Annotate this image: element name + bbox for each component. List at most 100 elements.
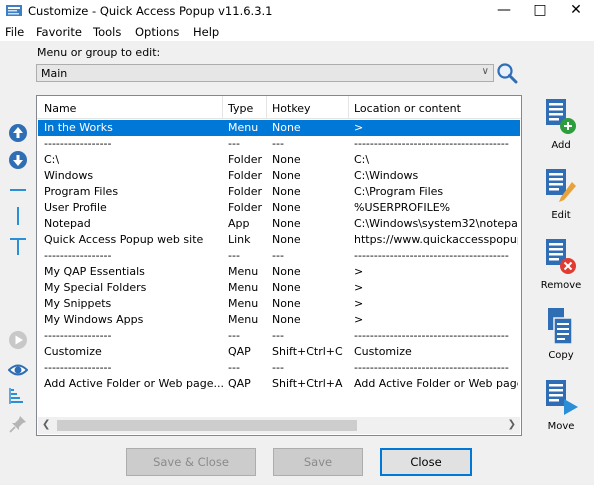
minimize-button[interactable]: — — [486, 0, 522, 22]
move-button[interactable]: Move — [538, 379, 584, 441]
cell-location: > — [354, 121, 364, 134]
edit-button[interactable]: Edit — [538, 168, 584, 230]
horizontal-scrollbar[interactable]: ❮ ❯ — [38, 417, 520, 434]
run-icon[interactable] — [8, 330, 28, 350]
menu-tools[interactable]: Tools — [93, 25, 121, 39]
pin-icon[interactable] — [8, 414, 28, 434]
cell-type: Link — [228, 233, 251, 246]
cell-name: ----------------- — [44, 137, 112, 150]
table-row[interactable]: Add Active Folder or Web page... QAP Shift… — [38, 376, 520, 392]
cell-name: Notepad — [44, 217, 91, 230]
cell-location: C:\Windows\system32\notepad.exe — [354, 217, 518, 230]
cell-type: Folder — [228, 169, 262, 182]
table-row[interactable]: Windows Folder None C:\Windows — [38, 168, 520, 184]
table-row[interactable]: ----------------- --- --- -----------------… — [38, 136, 520, 152]
copy-favorite-icon — [548, 308, 573, 345]
cell-hotkey: None — [272, 169, 301, 182]
cell-hotkey: None — [272, 217, 301, 230]
app-icon — [6, 5, 22, 16]
table-row[interactable]: ----------------- --- --- -----------------… — [38, 360, 520, 376]
move-down-icon[interactable] — [8, 150, 28, 170]
cell-hotkey: Shift+Ctrl+A — [272, 377, 343, 390]
table-row[interactable]: Program Files Folder None C:\Program Files — [38, 184, 520, 200]
cell-type: Menu — [228, 265, 259, 278]
maximize-button[interactable]: □ — [522, 0, 558, 22]
cell-location: > — [354, 281, 364, 294]
table-row[interactable]: Customize QAP Shift+Ctrl+C Customize — [38, 344, 520, 360]
scroll-right-icon[interactable]: ❯ — [508, 419, 516, 430]
table-row[interactable]: ----------------- --- --- -----------------… — [38, 328, 520, 344]
column-header-location[interactable]: Location or content — [354, 102, 461, 115]
cell-name: Windows — [44, 169, 94, 182]
cell-type: Folder — [228, 185, 262, 198]
sort-icon[interactable] — [8, 386, 28, 406]
table-row[interactable]: ----------------- --- --- -----------------… — [38, 248, 520, 264]
cell-location: C:\ — [354, 153, 370, 166]
menu-favorite[interactable]: Favorite — [36, 25, 82, 39]
table-row[interactable]: My QAP Essentials Menu None > — [38, 264, 520, 280]
move-favorite-icon — [546, 380, 578, 415]
cell-hotkey: None — [272, 313, 301, 326]
cell-type: QAP — [228, 345, 251, 358]
menu-select[interactable]: Main ∨ — [36, 64, 494, 82]
eye-icon[interactable] — [8, 360, 28, 380]
table-row[interactable]: My Snippets Menu None > — [38, 296, 520, 312]
menu-file[interactable]: File — [5, 25, 24, 39]
cell-name: My Windows Apps — [44, 313, 144, 326]
column-divider[interactable] — [348, 96, 349, 118]
scroll-left-icon[interactable]: ❮ — [42, 419, 50, 430]
cell-location: %USERPROFILE% — [354, 201, 451, 214]
search-icon[interactable] — [496, 62, 518, 84]
cell-location: Add Active Folder or Web page... — [354, 377, 518, 390]
cell-name: ----------------- — [44, 249, 112, 262]
table-row[interactable]: In the Works Menu None > — [38, 120, 520, 136]
favorites-list[interactable]: Name Type Hotkey Location or content In … — [36, 95, 522, 436]
insert-column-break-icon[interactable] — [8, 206, 28, 226]
cell-hotkey: None — [272, 281, 301, 294]
cell-hotkey: --- — [272, 137, 284, 150]
add-button[interactable]: Add — [538, 98, 584, 160]
cell-location: > — [354, 313, 364, 326]
move-up-icon[interactable] — [8, 123, 28, 143]
table-row[interactable]: My Windows Apps Menu None > — [38, 312, 520, 328]
cell-name: My Snippets — [44, 297, 112, 310]
copy-button[interactable]: Copy — [538, 308, 584, 370]
cell-name: Customize — [44, 345, 102, 358]
column-header-type[interactable]: Type — [228, 102, 253, 115]
menu-options[interactable]: Options — [135, 25, 179, 39]
menu-select-value: Main — [41, 67, 68, 80]
table-row[interactable]: Notepad App None C:\Windows\system32\notepa… — [38, 216, 520, 232]
cell-type: Menu — [228, 297, 259, 310]
window-title: Customize - Quick Access Popup v11.6.3.1 — [28, 4, 273, 18]
scrollbar-thumb[interactable] — [57, 420, 357, 431]
close-button[interactable]: Close — [380, 448, 472, 476]
cell-name: Add Active Folder or Web page... — [44, 377, 224, 390]
save-and-close-button[interactable]: Save & Close — [126, 448, 256, 476]
add-label: Add — [551, 140, 571, 151]
cell-hotkey: --- — [272, 329, 284, 342]
insert-separator-icon[interactable] — [8, 180, 28, 200]
close-window-button[interactable]: ✕ — [558, 0, 594, 22]
table-row[interactable]: My Special Folders Menu None > — [38, 280, 520, 296]
column-divider[interactable] — [222, 96, 223, 118]
cell-name: Program Files — [44, 185, 119, 198]
cell-type: --- — [228, 137, 240, 150]
cell-hotkey: None — [272, 121, 301, 134]
table-row[interactable]: C:\ Folder None C:\ — [38, 152, 520, 168]
save-button[interactable]: Save — [273, 448, 363, 476]
cell-hotkey: --- — [272, 361, 284, 374]
cell-location: > — [354, 265, 364, 278]
column-header-name[interactable]: Name — [44, 102, 76, 115]
add-favorite-icon — [546, 99, 576, 134]
table-row[interactable]: Quick Access Popup web site Link None https… — [38, 232, 520, 248]
column-divider[interactable] — [266, 96, 267, 118]
remove-button[interactable]: Remove — [538, 238, 584, 300]
chevron-down-icon[interactable]: ∨ — [482, 66, 489, 77]
cell-type: Folder — [228, 201, 262, 214]
insert-text-separator-icon[interactable] — [8, 236, 28, 256]
column-header-hotkey[interactable]: Hotkey — [272, 102, 311, 115]
table-row[interactable]: User Profile Folder None %USERPROFILE% — [38, 200, 520, 216]
cell-hotkey: None — [272, 153, 301, 166]
menu-bar: File Favorite Tools Options Help — [0, 22, 594, 41]
menu-help[interactable]: Help — [193, 25, 219, 39]
